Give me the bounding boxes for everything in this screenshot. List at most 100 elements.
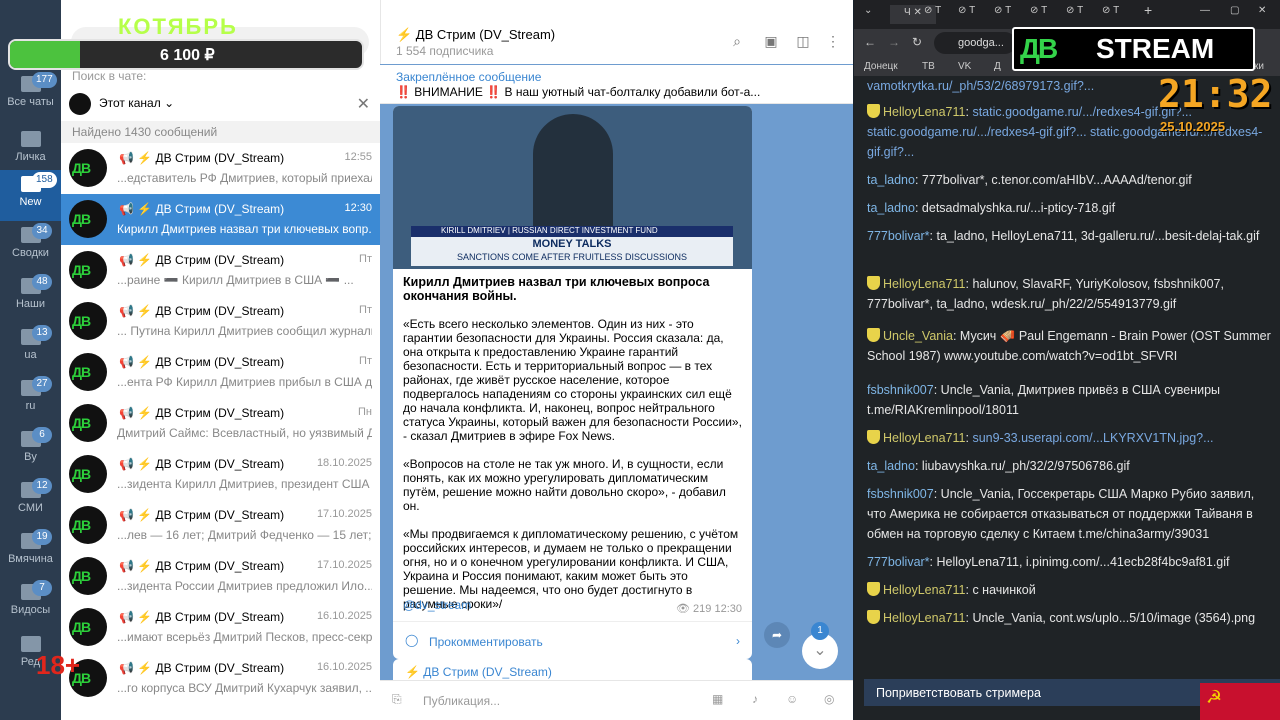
folder-svodki[interactable]: 34 Сводки bbox=[0, 221, 61, 272]
forward-icon[interactable]: → bbox=[888, 35, 900, 49]
chat-username[interactable]: fsbshnik007 bbox=[867, 487, 934, 501]
tab[interactable]: ⊘ Т bbox=[994, 5, 1011, 24]
tab-list-icon[interactable]: ⌄ bbox=[864, 5, 872, 24]
unread-badge: 19 bbox=[32, 529, 52, 545]
age-rating: 18+ bbox=[36, 650, 81, 680]
chat-text: HelloyLena711, i.pinimg.com/...41ecb28f4… bbox=[936, 555, 1230, 569]
live-stream-icon[interactable]: ▣ bbox=[761, 33, 781, 53]
chat-username[interactable]: 777bolivar* bbox=[867, 555, 930, 569]
chat-username[interactable]: ta_ladno bbox=[867, 173, 915, 187]
row-title: 📢 ⚡ ДВ Стрим (DV_Stream) bbox=[119, 559, 285, 573]
row-date: 18.10.2025 bbox=[316, 457, 372, 469]
bookmark[interactable]: ки bbox=[1254, 61, 1264, 72]
search-result-row[interactable]: ДВ 📢 ⚡ ДВ Стрим (DV_Stream) Пт ...раине ➖ К… bbox=[61, 245, 380, 296]
new-tab-icon[interactable]: + bbox=[1144, 2, 1152, 21]
reload-icon[interactable]: ↻ bbox=[912, 35, 922, 49]
folder-new[interactable]: 158 New bbox=[0, 170, 61, 221]
sidebar-toggle-icon[interactable]: ◫ bbox=[793, 33, 813, 53]
folder-vidosy[interactable]: 7 Видосы bbox=[0, 578, 61, 629]
chat-username[interactable]: HelloyLena711 bbox=[883, 611, 965, 625]
chat-message: HelloyLena711: sun9-33.userapi.com/...LK… bbox=[867, 428, 1272, 448]
folder-label: Наши bbox=[15, 298, 46, 310]
channel-avatar bbox=[69, 93, 91, 115]
chat-username[interactable]: 777bolivar* bbox=[867, 229, 930, 243]
search-result-row[interactable]: ДВ 📢 ⚡ ДВ Стрим (DV_Stream) Пт ... Путина К… bbox=[61, 296, 380, 347]
search-icon[interactable]: ⌕ bbox=[727, 33, 747, 53]
views-and-time: 👁 219 12:30 bbox=[676, 603, 742, 615]
maximize-icon[interactable]: ▢ bbox=[1230, 5, 1239, 24]
post-author: ⚡ ДВ Стрим (DV_Stream) bbox=[405, 665, 552, 679]
close-icon[interactable]: ✕ bbox=[1258, 5, 1266, 24]
channel-avatar: ДВ bbox=[69, 404, 107, 442]
chat-username[interactable]: ta_ladno bbox=[867, 201, 915, 215]
row-title: 📢 ⚡ ДВ Стрим (DV_Stream) bbox=[119, 202, 285, 216]
chat-username[interactable]: fsbshnik007 bbox=[867, 383, 934, 397]
more-menu-icon[interactable]: ⋮ bbox=[823, 33, 843, 53]
message-composer[interactable]: ⎘ Публикация... ▦ ♪ ☺ ◎ bbox=[380, 680, 853, 720]
bookmark[interactable]: ТВ bbox=[922, 61, 935, 72]
search-result-row[interactable]: ДВ 📢 ⚡ ДВ Стрим (DV_Stream) 12:30 Кирилл Дм… bbox=[61, 194, 380, 245]
attach-icon[interactable]: ⎘ bbox=[392, 692, 402, 707]
tab[interactable]: ⊘ Т bbox=[924, 5, 941, 24]
folder-rail: 177 Все чаты Личка 158 New 34 Сводки 48 Наши… bbox=[0, 0, 61, 720]
search-result-row[interactable]: ДВ 📢 ⚡ ДВ Стрим (DV_Stream) 16.10.2025 ...г… bbox=[61, 653, 380, 704]
unread-badge: 27 bbox=[32, 376, 52, 392]
folder-lichka[interactable]: Личка bbox=[0, 125, 61, 176]
folder-nashi[interactable]: 48 Наши bbox=[0, 272, 61, 323]
address-bar[interactable]: goodga... bbox=[934, 32, 1016, 54]
calendar-icon[interactable]: ▦ bbox=[712, 692, 723, 706]
speaker-silhouette bbox=[533, 114, 613, 226]
chat-message: fsbshnik007: Uncle_Vania, Дмитриев привё… bbox=[867, 383, 1221, 417]
chat-username[interactable]: ta_ladno bbox=[867, 459, 915, 473]
channel-link[interactable]: @dv_stream bbox=[403, 598, 471, 612]
search-result-row[interactable]: ДВ 📢 ⚡ ДВ Стрим (DV_Stream) 16.10.2025 ...и… bbox=[61, 602, 380, 653]
chat-username[interactable]: HelloyLena711 bbox=[883, 583, 965, 597]
chat-username[interactable]: HelloyLena711 bbox=[883, 277, 965, 291]
minimize-icon[interactable]: — bbox=[1200, 5, 1210, 24]
folder-icon bbox=[20, 131, 41, 147]
bookmark[interactable]: VK bbox=[958, 61, 971, 72]
post-photo[interactable]: KIRILL DMITRIEV | RUSSIAN DIRECT INVESTM… bbox=[393, 106, 752, 269]
chat-username[interactable]: HelloyLena711 bbox=[883, 431, 965, 445]
chat-list-panel: дмитриев Поиск в чате: Этот канал ⌄✕ Най… bbox=[61, 0, 380, 720]
chevron-down-icon: ⌄ bbox=[164, 96, 175, 110]
search-result-row[interactable]: ДВ 📢 ⚡ ДВ Стрим (DV_Stream) 12:55 ...едстав… bbox=[61, 143, 380, 194]
channel-avatar: ДВ bbox=[69, 251, 107, 289]
tab[interactable]: ⊘ Т bbox=[1102, 5, 1119, 24]
folder-vmyachina[interactable]: 19 Вмячина bbox=[0, 527, 61, 578]
folder-all-chats[interactable]: 177 Все чаты bbox=[0, 70, 61, 121]
bookmark[interactable]: Донецк bbox=[864, 61, 898, 72]
pinned-message-bar[interactable]: Закреплённое сообщение ‼️ ВНИМАНИЕ ‼️ В … bbox=[380, 65, 853, 104]
back-icon[interactable]: ← bbox=[864, 35, 876, 49]
comment-button[interactable]: ◯ Прокомментировать › bbox=[393, 621, 752, 659]
chat-message: HelloyLena711: с начинкой bbox=[867, 580, 1272, 600]
channel-avatar: ДВ bbox=[69, 302, 107, 340]
bell-icon[interactable]: ♪ bbox=[752, 692, 758, 706]
camera-icon[interactable]: ◎ bbox=[824, 692, 834, 706]
emoji-icon[interactable]: ☺ bbox=[786, 692, 798, 706]
search-result-row[interactable]: ДВ 📢 ⚡ ДВ Стрим (DV_Stream) 17.10.2025 ...з… bbox=[61, 551, 380, 602]
folder-smi[interactable]: 12 СМИ bbox=[0, 476, 61, 527]
channel-title[interactable]: ⚡ ДВ Стрим (DV_Stream) bbox=[396, 27, 555, 43]
tab[interactable]: ⊘ Т bbox=[1066, 5, 1083, 24]
search-result-row[interactable]: ДВ 📢 ⚡ ДВ Стрим (DV_Stream) 17.10.2025 ...л… bbox=[61, 500, 380, 551]
search-filter-channel[interactable]: Этот канал ⌄ ✕ bbox=[61, 88, 380, 120]
goal-progress-fill bbox=[10, 41, 80, 68]
search-result-row[interactable]: ДВ 📢 ⚡ ДВ Стрим (DV_Stream) Пн Дмитрий Сайм… bbox=[61, 398, 380, 449]
chat-text[interactable]: sun9-33.userapi.com/...LKYRXV1TN.jpg?... bbox=[972, 431, 1213, 445]
search-result-row[interactable]: ДВ 📢 ⚡ ДВ Стрим (DV_Stream) Пт ...ента РФ К… bbox=[61, 347, 380, 398]
channel-avatar: ДВ bbox=[69, 353, 107, 391]
folder-label: Видосы bbox=[10, 604, 51, 616]
folder-ru[interactable]: 27 ru bbox=[0, 374, 61, 425]
bookmark[interactable]: Д bbox=[994, 61, 1001, 72]
chat-username[interactable]: Uncle_Vania bbox=[883, 329, 953, 343]
close-icon[interactable]: ✕ bbox=[357, 94, 370, 114]
folder-by[interactable]: 6 By bbox=[0, 425, 61, 476]
search-result-row[interactable]: ДВ 📢 ⚡ ДВ Стрим (DV_Stream) 18.10.2025 ...з… bbox=[61, 449, 380, 500]
tab[interactable]: ⊘ Т bbox=[958, 5, 975, 24]
share-icon[interactable]: ➦ bbox=[764, 622, 790, 648]
folder-ua[interactable]: 13 ua bbox=[0, 323, 61, 374]
chat-link[interactable]: vamotkrytka.ru/_ph/53/2/68979173.gif?... bbox=[867, 79, 1094, 93]
chat-username[interactable]: HelloyLena711 bbox=[883, 105, 965, 119]
tab[interactable]: ⊘ Т bbox=[1030, 5, 1047, 24]
